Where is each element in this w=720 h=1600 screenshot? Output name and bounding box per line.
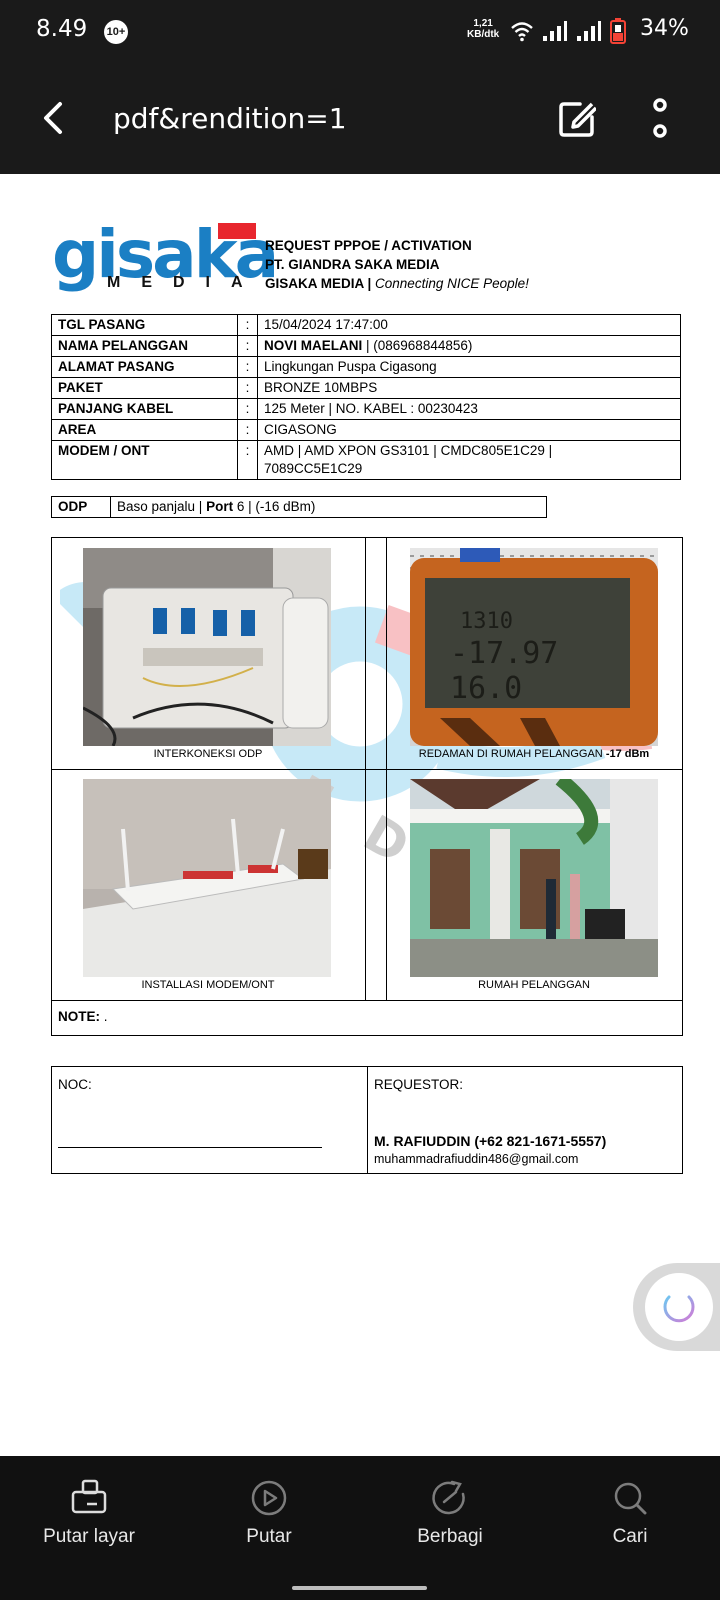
wifi-icon: [511, 22, 533, 42]
pdf-viewer[interactable]: E D gisaka MEDIA REQUEST PPPOE / ACTIVAT…: [0, 174, 720, 1481]
back-arrow-icon[interactable]: [34, 98, 74, 138]
signature-block: NOC: REQUESTOR: M. RAFIUDDIN (+62 821-16…: [51, 1066, 683, 1174]
table-row: TGL PASANG:15/04/2024 17:47:00: [51, 314, 681, 336]
notification-badge: 10+: [104, 20, 128, 44]
noc-label: NOC:: [58, 1077, 92, 1092]
photo-customer-house: [410, 779, 658, 977]
table-row: PAKET: BRONZE 10MBPS: [51, 377, 681, 399]
document-title: pdf&rendition=1: [113, 102, 347, 135]
photo-power-meter: 1310 -17.97 16.0: [410, 548, 658, 746]
signal-icon: [577, 21, 601, 41]
company-name: PT. GIANDRA SAKA MEDIA: [265, 257, 440, 272]
rotate-screen-icon: [71, 1479, 107, 1514]
share-icon: [432, 1480, 465, 1515]
network-speed: 1,21 KB/dtk: [467, 18, 499, 40]
bottom-action-bar: Putar layar Putar Berbagi Cari: [0, 1456, 720, 1569]
note-row: NOTE: .: [51, 1000, 683, 1036]
battery-percent: 34%: [640, 16, 689, 41]
edit-icon[interactable]: [558, 100, 596, 138]
gisaka-media-logo: gisaka MEDIA: [52, 216, 279, 293]
table-row: ALAMAT PASANG: Lingkungan Puspa Cigasong: [51, 356, 681, 378]
odp-row: ODP Baso panjalu | Port 6 | (-16 dBm): [51, 496, 547, 518]
home-gesture-handle[interactable]: [292, 1586, 427, 1590]
photo-caption: RUMAH PELANGGAN: [478, 979, 590, 991]
search-icon: [614, 1482, 647, 1515]
speed-unit: KB/dtk: [467, 29, 500, 40]
table-row: AREA: CIGASONG: [51, 419, 681, 441]
signature-line: [58, 1147, 322, 1148]
photo-caption: REDAMAN DI RUMAH PELANGGAN -17 dBm: [418, 748, 650, 760]
photo-caption: INSTALLASI MODEM/ONT: [141, 979, 275, 991]
svg-text:16.0: 16.0: [450, 671, 522, 706]
photo-caption: INTERKONEKSI ODP: [153, 748, 263, 760]
requestor-label: REQUESTOR:: [374, 1077, 464, 1092]
requestor-email: muhammadrafiuddin486@gmail.com: [374, 1152, 579, 1166]
power-icon: [663, 1289, 695, 1323]
speed-value: 1,21: [473, 18, 493, 29]
customer-info-table: TGL PASANG:15/04/2024 17:47:00 NAMA PELA…: [51, 314, 681, 480]
table-row: MODEM / ONT: AMD | AMD XPON GS3101 | CMDC…: [51, 440, 681, 480]
search-button[interactable]: Cari: [560, 1478, 700, 1548]
photo-grid: INTERKONEKSI ODP 1310 -17.97 16.0 REDAMA…: [51, 537, 683, 1001]
pdf-page: E D gisaka MEDIA REQUEST PPPOE / ACTIVAT…: [0, 174, 720, 1459]
app-bar: pdf&rendition=1: [0, 62, 720, 174]
photo-odp-interconnect: [83, 548, 331, 746]
svg-text:1310: 1310: [460, 609, 513, 634]
requestor-name: M. RAFIUDDIN (+62 821-1671-5557): [374, 1133, 607, 1149]
floating-assistant-button[interactable]: [633, 1263, 720, 1351]
signal-icon: [543, 21, 567, 41]
more-vertical-icon[interactable]: [646, 98, 674, 140]
system-nav-bar: [0, 1569, 720, 1600]
company-tagline: GISAKA MEDIA | Connecting NICE People!: [265, 276, 529, 291]
table-row: PANJANG KABEL:125 Meter | NO. KABEL : 00…: [51, 398, 681, 420]
status-time: 8.49: [36, 16, 88, 42]
table-row: NAMA PELANGGAN: NOVI MAELANI | (086968844…: [51, 335, 681, 357]
status-bar: 8.49 10+ 1,21 KB/dtk 34%: [0, 0, 720, 62]
share-button[interactable]: Berbagi: [380, 1478, 520, 1548]
svg-text:-17.97: -17.97: [450, 636, 558, 671]
play-button[interactable]: Putar: [199, 1478, 339, 1548]
rotate-screen-button[interactable]: Putar layar: [19, 1478, 159, 1548]
doc-heading: REQUEST PPPOE / ACTIVATION: [265, 238, 472, 253]
play-icon: [251, 1480, 287, 1516]
photo-modem-install: [83, 779, 331, 977]
battery-icon: [610, 18, 626, 44]
